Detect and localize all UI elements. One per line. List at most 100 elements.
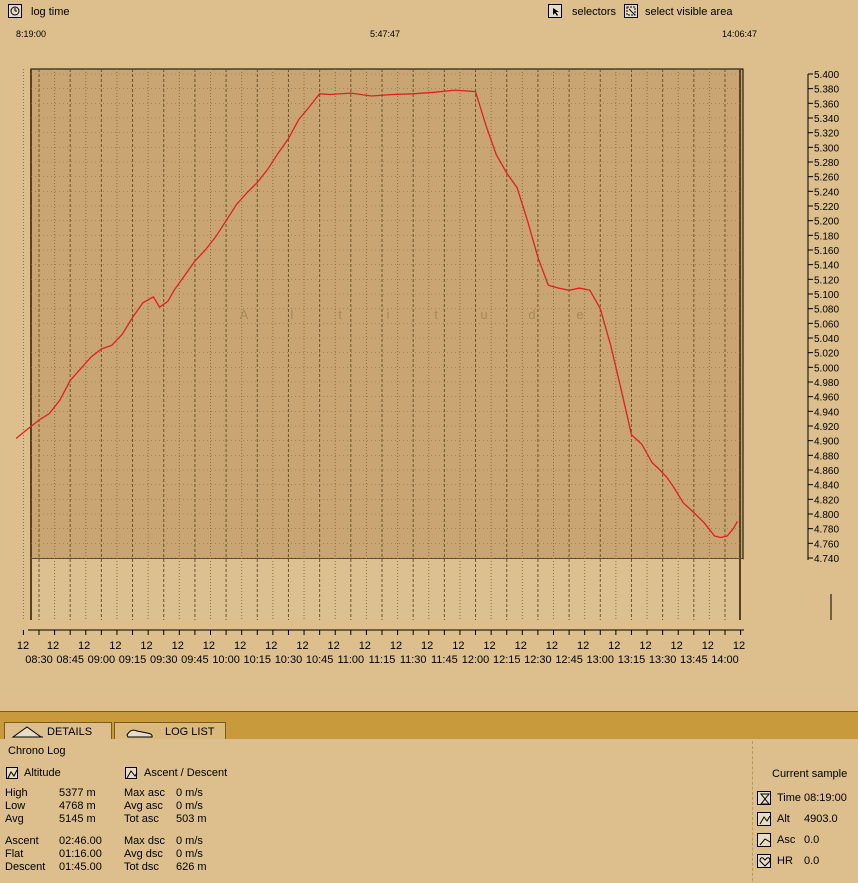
altitude-stat-value: 01:45.00 (59, 861, 102, 873)
x-tick-label: 13:45 (680, 654, 708, 666)
x-tick-label: 09:00 (88, 654, 116, 666)
x-minor-label: 12 (234, 640, 246, 652)
watermark-letter: i (387, 307, 390, 322)
x-minor-label: 12 (78, 640, 90, 652)
ascent-stat-label: Tot dsc (124, 861, 159, 873)
x-minor-label: 12 (483, 640, 495, 652)
y-tick-label: 5.080 (814, 305, 839, 316)
ascent-stat-label: Max asc (124, 787, 165, 799)
y-tick-label: 4.860 (814, 466, 839, 477)
y-tick-label: 5.320 (814, 129, 839, 140)
x-tick-label: 13:00 (587, 654, 615, 666)
x-minor-label: 12 (671, 640, 683, 652)
watermark-letter: l (291, 307, 294, 322)
x-minor-label: 12 (390, 640, 402, 652)
sample-asc-value: 0.0 (804, 834, 820, 846)
altitude-stat-value: 4768 m (59, 800, 96, 812)
y-tick-label: 5.400 (814, 70, 839, 81)
x-tick-label: 13:15 (618, 654, 646, 666)
y-tick-label: 5.100 (814, 290, 839, 301)
x-minor-label: 12 (608, 640, 620, 652)
altitude-stat-label: High (5, 787, 28, 799)
x-minor-label: 12 (359, 640, 371, 652)
tab-bar: DETAILS LOG LIST (0, 711, 858, 740)
x-minor-label: 12 (172, 640, 184, 652)
details-tab-icon (11, 726, 43, 738)
altitude-stat-label: Low (5, 800, 26, 812)
y-tick-label: 5.380 (814, 85, 839, 96)
y-tick-label: 4.940 (814, 407, 839, 418)
x-minor-label: 12 (47, 640, 59, 652)
ascent-stat-value: 0 m/s (176, 848, 203, 860)
altitude-stat-label: Avg (5, 813, 24, 825)
y-tick-label: 5.120 (814, 275, 839, 286)
y-tick-label: 5.040 (814, 334, 839, 345)
current-sample-title: Current sample (772, 768, 848, 780)
altitude-stat-value: 02:46.00 (59, 835, 102, 847)
altitude-stat-label: Descent (5, 861, 46, 873)
sample-time-value: 08:19:00 (804, 792, 847, 804)
ascent-descent-icon[interactable] (125, 767, 138, 779)
x-minor-label: 12 (421, 640, 433, 652)
tab-log-list-label: LOG LIST (165, 726, 215, 738)
x-tick-label: 09:30 (150, 654, 178, 666)
y-tick-label: 5.180 (814, 231, 839, 242)
ascent-stat-value: 626 m (176, 861, 207, 873)
y-tick-label: 4.740 (814, 554, 839, 565)
heart-icon[interactable] (757, 854, 771, 868)
sample-alt-value: 4903.0 (804, 813, 838, 825)
panel-divider (752, 741, 753, 881)
y-tick-label: 4.820 (814, 495, 839, 506)
lower-band (31, 559, 743, 620)
ascent-stat-value: 503 m (176, 813, 207, 825)
sample-alt-label: Alt (777, 813, 790, 825)
x-tick-label: 09:45 (181, 654, 209, 666)
y-tick-label: 4.900 (814, 437, 839, 448)
y-tick-label: 4.840 (814, 481, 839, 492)
tab-log-list[interactable]: LOG LIST (114, 722, 226, 740)
x-tick-label: 12:30 (524, 654, 552, 666)
x-tick-label: 10:00 (212, 654, 240, 666)
x-minor-label: 12 (515, 640, 527, 652)
ascent-descent-title: Ascent / Descent (144, 767, 228, 779)
altitude-stat-value: 5145 m (59, 813, 96, 825)
ascent-stat-label: Avg dsc (124, 848, 163, 860)
x-tick-label: 10:45 (306, 654, 334, 666)
x-minor-label: 12 (296, 640, 308, 652)
x-minor-label: 12 (702, 640, 714, 652)
y-tick-label: 5.000 (814, 363, 839, 374)
y-tick-label: 5.340 (814, 114, 839, 125)
x-minor-label: 12 (203, 640, 215, 652)
sample-time-label: Time (777, 792, 802, 804)
altitude-icon[interactable] (6, 767, 18, 779)
tab-details[interactable]: DETAILS (4, 722, 112, 740)
x-minor-label: 12 (733, 640, 745, 652)
y-tick-label: 5.020 (814, 349, 839, 360)
shoe-icon (126, 729, 153, 738)
hourglass-icon[interactable] (757, 791, 771, 805)
y-tick-label: 4.760 (814, 539, 839, 550)
watermark-letter: e (576, 307, 583, 322)
x-tick-label: 08:30 (25, 654, 53, 666)
y-tick-label: 5.140 (814, 261, 839, 272)
y-tick-label: 4.780 (814, 525, 839, 536)
altitude-stat-label: Ascent (5, 835, 39, 847)
x-minor-label: 12 (328, 640, 340, 652)
altitude-stat-value: 5377 m (59, 787, 96, 799)
x-tick-label: 11:15 (369, 654, 396, 666)
x-tick-label: 11:00 (337, 654, 364, 666)
ascent-stat-label: Tot asc (124, 813, 159, 825)
y-tick-label: 4.880 (814, 451, 839, 462)
watermark-letter: t (434, 307, 438, 322)
y-tick-label: 4.800 (814, 510, 839, 521)
tab-details-label: DETAILS (47, 726, 93, 738)
x-tick-label: 09:15 (119, 654, 147, 666)
ascent-sample-icon[interactable] (757, 833, 771, 847)
y-tick-label: 4.960 (814, 393, 839, 404)
y-tick-label: 5.300 (814, 143, 839, 154)
x-tick-label: 14:00 (711, 654, 739, 666)
ascent-stat-value: 0 m/s (176, 800, 203, 812)
altitude-sample-icon[interactable] (757, 812, 771, 826)
altitude-chart[interactable]: Al t i t u d e 12 08:30 12 08:45 12 09:00 12 09:15 12 0… (0, 0, 858, 700)
x-tick-label: 08:45 (56, 654, 84, 666)
